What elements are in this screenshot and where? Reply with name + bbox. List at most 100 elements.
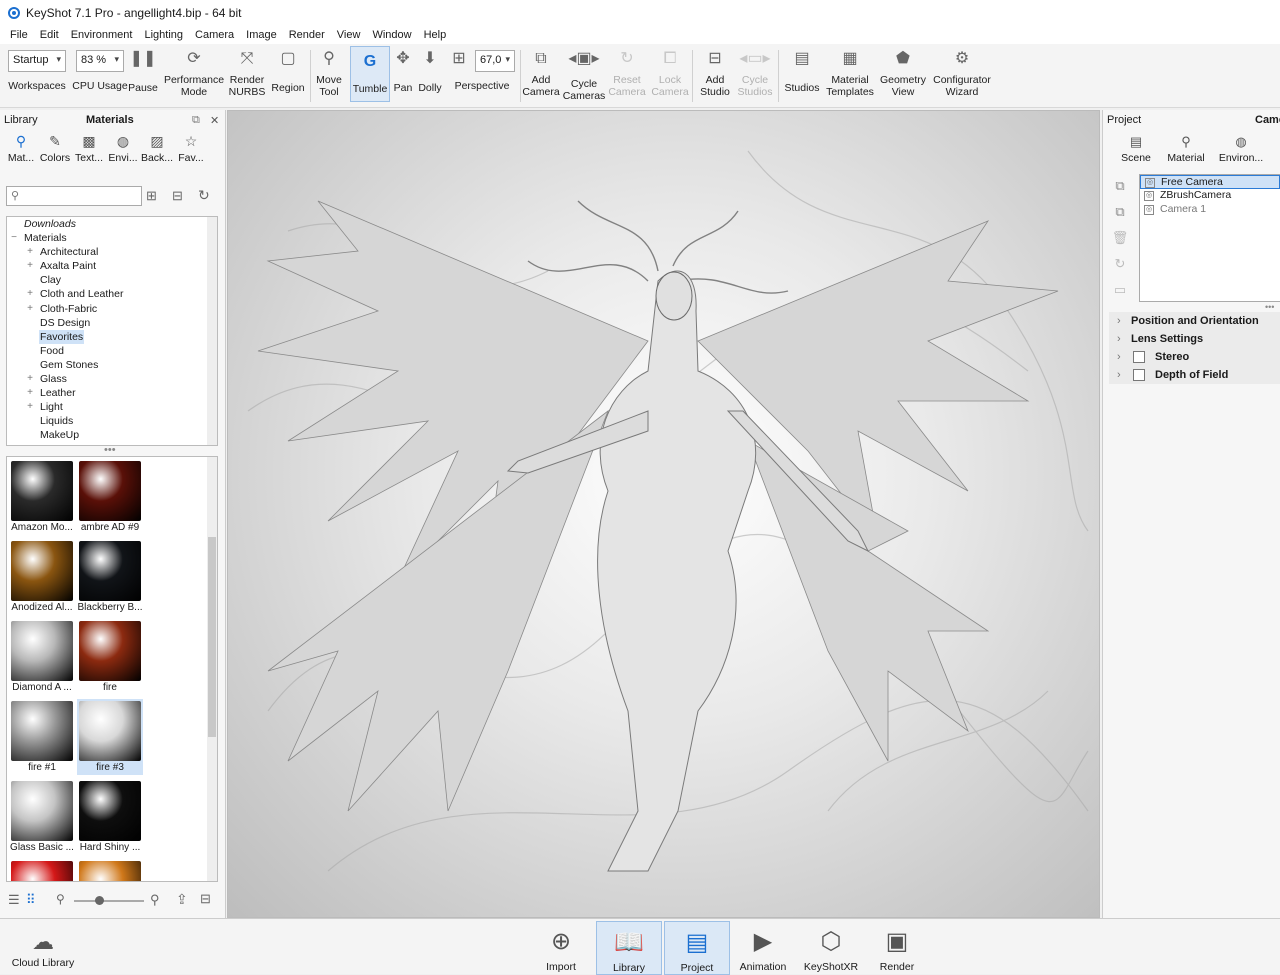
tree-item[interactable]: DS Design bbox=[7, 316, 217, 330]
tree-item[interactable]: − Materials bbox=[7, 231, 217, 245]
import-folder-icon[interactable]: ⊟ bbox=[200, 891, 211, 907]
library-search-input[interactable]: ⚲ bbox=[6, 186, 142, 206]
material-thumbnail[interactable]: Diamond A ... bbox=[9, 619, 75, 695]
thumbnail-scrollbar[interactable] bbox=[207, 457, 217, 881]
property-section[interactable]: › Lens Settings bbox=[1109, 330, 1280, 348]
menu-file[interactable]: File bbox=[4, 29, 34, 41]
tab-environment[interactable]: ◍ Environ... bbox=[1213, 134, 1269, 164]
material-thumbnail[interactable]: Glass Basic ... bbox=[9, 779, 75, 855]
menu-window[interactable]: Window bbox=[366, 29, 417, 41]
property-section[interactable]: › Position and Orientation bbox=[1109, 312, 1280, 330]
add-folder-icon[interactable]: ⊞ bbox=[146, 188, 157, 204]
camera-list-item[interactable]: ◎ Free Camera bbox=[1140, 175, 1280, 189]
render-button[interactable]: ▣ Render bbox=[864, 921, 930, 975]
section-checkbox[interactable] bbox=[1133, 351, 1145, 363]
pan-button[interactable]: ✥ Pan bbox=[392, 44, 414, 106]
camera-view-icon[interactable]: ⧉ bbox=[1111, 178, 1129, 196]
menu-edit[interactable]: Edit bbox=[34, 29, 65, 41]
expand-icon[interactable]: + bbox=[25, 400, 35, 414]
cycle-cameras-button[interactable]: ◂▣▸ Cycle Cameras bbox=[562, 44, 606, 106]
tab-environments[interactable]: ◍ Envi... bbox=[106, 130, 140, 170]
expand-icon[interactable]: + bbox=[25, 386, 35, 400]
cloud-library-button[interactable]: ☁ Cloud Library bbox=[6, 923, 80, 975]
geometry-view-button[interactable]: ⬟ Geometry View bbox=[878, 44, 928, 106]
tree-item[interactable]: Liquids bbox=[7, 414, 217, 428]
workspace-select[interactable]: Startup bbox=[8, 50, 66, 72]
upload-icon[interactable]: ⇪ bbox=[176, 891, 188, 908]
menu-help[interactable]: Help bbox=[418, 29, 453, 41]
expand-icon[interactable]: + bbox=[25, 245, 35, 259]
tree-item[interactable]: MakeUp bbox=[7, 428, 217, 442]
property-section[interactable]: › Stereo bbox=[1109, 348, 1280, 366]
menu-environment[interactable]: Environment bbox=[65, 29, 139, 41]
reset-icon[interactable]: ↻ bbox=[1111, 256, 1129, 274]
section-checkbox[interactable] bbox=[1133, 369, 1145, 381]
zoom-out-icon[interactable]: ⚲ bbox=[56, 892, 65, 906]
property-section[interactable]: › Depth of Field bbox=[1109, 366, 1280, 384]
performance-mode-button[interactable]: ⟳ Performance Mode bbox=[162, 44, 226, 106]
configurator-wizard-button[interactable]: ⚙ Configurator Wizard bbox=[930, 44, 994, 106]
cpu-usage-select[interactable]: 83 % bbox=[76, 50, 124, 72]
remove-folder-icon[interactable]: ⊟ bbox=[172, 188, 183, 204]
material-templates-button[interactable]: ▦ Material Templates bbox=[824, 44, 876, 106]
tumble-button[interactable]: G Tumble bbox=[350, 46, 390, 102]
move-tool-button[interactable]: ⚲ Move Tool bbox=[312, 44, 346, 106]
tab-colors[interactable]: ✎ Colors bbox=[38, 130, 72, 170]
menu-lighting[interactable]: Lighting bbox=[138, 29, 189, 41]
tree-item[interactable]: Favorites bbox=[7, 329, 217, 344]
import-button[interactable]: ⊕ Import bbox=[528, 921, 594, 975]
tree-item[interactable]: Downloads bbox=[7, 217, 217, 231]
material-thumbnail[interactable]: Blackberry B... bbox=[77, 539, 143, 615]
tab-favorites[interactable]: ☆ Fav... bbox=[174, 130, 208, 170]
render-nurbs-button[interactable]: ⤧ Render NURBS bbox=[228, 44, 266, 106]
studios-button[interactable]: ▤ Studios bbox=[782, 44, 822, 106]
material-thumbnail[interactable]: Amazon Mo... bbox=[9, 459, 75, 535]
tab-materials[interactable]: ⚲ Mat... bbox=[4, 130, 38, 170]
slider-handle[interactable] bbox=[95, 896, 104, 905]
camera-list-item[interactable]: ◎ Camera 1 bbox=[1140, 203, 1280, 217]
material-thumbnail[interactable]: fire #3 bbox=[77, 699, 143, 775]
tree-item[interactable]: + Architectural bbox=[7, 245, 217, 259]
material-thumbnail[interactable]: Anodized Al... bbox=[9, 539, 75, 615]
tree-item[interactable]: + Light bbox=[7, 400, 217, 414]
tab-scene[interactable]: ▤ Scene bbox=[1113, 134, 1159, 164]
tab-backplates[interactable]: ▨ Back... bbox=[140, 130, 174, 170]
tree-item[interactable]: Clay bbox=[7, 273, 217, 287]
dolly-button[interactable]: ⬇ Dolly bbox=[416, 44, 444, 106]
tree-item[interactable]: Food bbox=[7, 344, 217, 358]
reset-camera-button[interactable]: ↻ Reset Camera bbox=[608, 44, 646, 106]
camera-list-item[interactable]: ◎ ZBrushCamera bbox=[1140, 189, 1280, 203]
expand-icon[interactable]: + bbox=[25, 259, 35, 273]
list-view-icon[interactable]: ☰ bbox=[8, 892, 20, 908]
tree-scrollbar[interactable] bbox=[207, 217, 217, 445]
save-icon[interactable]: ▭ bbox=[1111, 282, 1129, 300]
add-camera-side-icon[interactable]: ⧉ bbox=[1111, 204, 1129, 222]
library-button[interactable]: 📖 Library bbox=[596, 921, 662, 975]
zoom-in-icon[interactable]: ⚲ bbox=[150, 892, 160, 908]
splitter-handle[interactable]: ••• bbox=[1265, 302, 1274, 312]
add-studio-button[interactable]: ⊟ Add Studio bbox=[696, 44, 734, 106]
material-thumbnail[interactable] bbox=[9, 859, 75, 881]
tree-item[interactable]: + Glass bbox=[7, 372, 217, 386]
tab-textures[interactable]: ▩ Text... bbox=[72, 130, 106, 170]
expand-icon[interactable]: + bbox=[25, 287, 35, 301]
render-viewport[interactable] bbox=[227, 110, 1100, 918]
tree-item[interactable]: + Leather bbox=[7, 386, 217, 400]
scrollbar-thumb[interactable] bbox=[208, 537, 216, 737]
refresh-icon[interactable]: ↻ bbox=[198, 187, 210, 204]
material-thumbnail[interactable]: Hard Shiny ... bbox=[77, 779, 143, 855]
add-camera-button[interactable]: ⧉ Add Camera bbox=[522, 44, 560, 106]
expand-icon[interactable]: + bbox=[25, 372, 35, 386]
close-icon[interactable]: ✕ bbox=[210, 114, 219, 127]
menu-render[interactable]: Render bbox=[283, 29, 331, 41]
tree-item[interactable]: + Axalta Paint bbox=[7, 259, 217, 273]
animation-button[interactable]: ▶ Animation bbox=[730, 921, 796, 975]
cycle-studios-button[interactable]: ◂▭▸ Cycle Studios bbox=[736, 44, 774, 106]
expand-icon[interactable]: + bbox=[25, 302, 35, 316]
field-of-view-input[interactable]: 67,0 bbox=[475, 50, 515, 72]
tab-material[interactable]: ⚲ Material bbox=[1159, 134, 1213, 164]
material-thumbnail[interactable]: fire #1 bbox=[9, 699, 75, 775]
tree-item[interactable]: Gem Stones bbox=[7, 358, 217, 372]
delete-icon[interactable]: 🗑 bbox=[1111, 230, 1129, 248]
material-thumbnail[interactable] bbox=[77, 859, 143, 881]
